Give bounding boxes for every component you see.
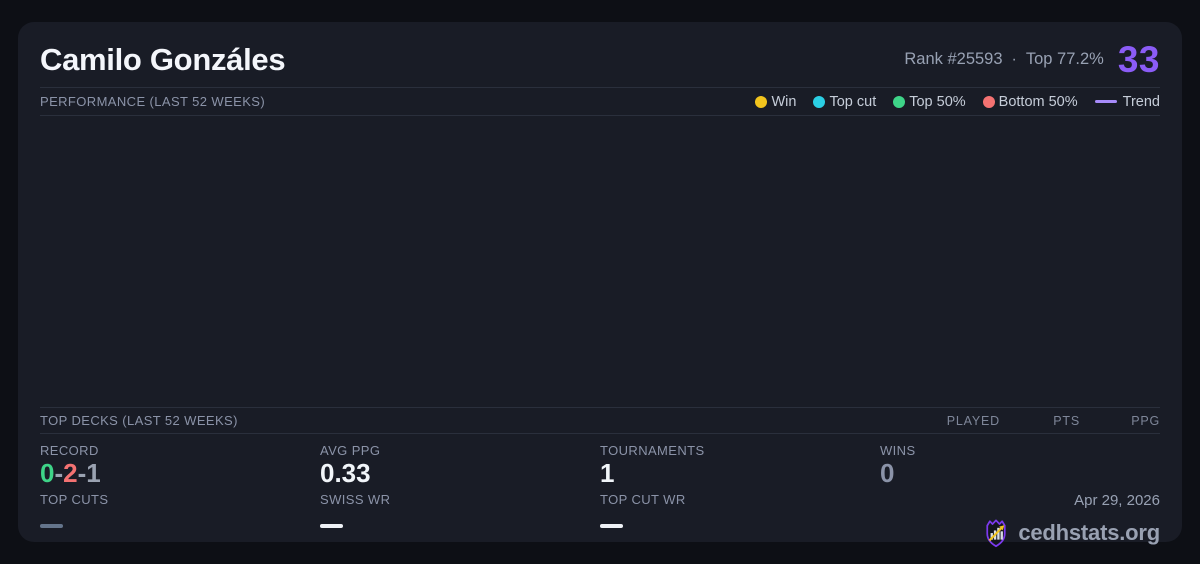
avg-ppg-label: AVG PPG xyxy=(320,443,381,458)
win-dot-icon xyxy=(755,95,768,108)
legend-item-trend[interactable]: Trend xyxy=(1094,93,1160,110)
legend-label: Win xyxy=(771,93,797,110)
wins-value: 0 xyxy=(880,458,895,489)
legend-item-win[interactable]: Win xyxy=(755,94,796,110)
legend-item-bottom-50[interactable]: Bottom 50% xyxy=(982,93,1078,110)
record-separator: - xyxy=(54,458,64,489)
column-header-played: PLAYED xyxy=(946,413,1000,428)
footer-block: Apr 29, 2026 cedhstats.org xyxy=(880,492,1160,549)
legend-item-top-cut[interactable]: Top cut xyxy=(813,94,876,110)
top-decks-section-label: TOP DECKS (LAST 52 WEEKS) xyxy=(40,413,238,428)
legend-label: Top cut xyxy=(829,93,877,110)
stat-cell-tournaments: TOURNAMENTS 1 TOP CUT WR xyxy=(600,443,880,549)
column-header-pts: PTS xyxy=(1053,413,1080,428)
record-losses: 2 xyxy=(63,458,78,489)
legend-label: Bottom 50% xyxy=(998,93,1078,110)
chart-legend: Win Top cut Top 50% Bottom 50% Trend xyxy=(755,94,1160,110)
stats-grid: RECORD 0-2-1 TOP CUTS AVG PPG 0.33 SWISS… xyxy=(40,434,1160,547)
site-name: cedhstats.org xyxy=(1018,520,1160,546)
stat-cell-avg-ppg: AVG PPG 0.33 SWISS WR xyxy=(320,443,600,549)
record-value: 0-2-1 xyxy=(40,458,320,489)
top-cuts-empty-dash xyxy=(40,524,63,529)
top-cut-wr-label: TOP CUT WR xyxy=(600,492,686,508)
rank-text: Rank #25593 · Top 77.2% xyxy=(904,50,1103,69)
performance-chart-area xyxy=(40,116,1160,407)
stat-cell-wins: WINS 0 Apr 29, 2026 cedhstats.org xyxy=(880,443,1160,549)
swiss-wr-empty-dash xyxy=(320,524,343,529)
top-percent-label: Top 77.2% xyxy=(1025,50,1104,68)
top-decks-section-header: TOP DECKS (LAST 52 WEEKS) PLAYED PTS PPG xyxy=(40,407,1160,434)
column-header-ppg: PPG xyxy=(1131,413,1160,428)
player-name: Camilo Gonzáles xyxy=(40,41,286,77)
top-cut-wr-empty-dash xyxy=(600,524,623,529)
player-score: 33 xyxy=(1117,39,1160,80)
bottom-50-dot-icon xyxy=(982,95,995,108)
player-stats-card: Camilo Gonzáles Rank #25593 · Top 77.2% … xyxy=(18,22,1182,547)
performance-section-label: PERFORMANCE (LAST 52 WEEKS) xyxy=(40,94,266,109)
stage: Camilo Gonzáles Rank #25593 · Top 77.2% … xyxy=(0,0,1200,564)
trend-line-icon xyxy=(1094,100,1117,103)
stat-cell-record: RECORD 0-2-1 TOP CUTS xyxy=(40,443,320,549)
record-wins: 0 xyxy=(40,458,55,489)
legend-label: Trend xyxy=(1122,93,1160,110)
tournaments-value: 1 xyxy=(600,458,615,489)
record-draws: 1 xyxy=(86,458,101,489)
wins-label: WINS xyxy=(880,443,916,458)
top-50-dot-icon xyxy=(893,95,906,108)
card-header: Camilo Gonzáles Rank #25593 · Top 77.2% … xyxy=(40,22,1160,87)
rank-label: Rank #25593 xyxy=(904,50,1003,68)
avg-ppg-value: 0.33 xyxy=(320,458,371,489)
site-branding[interactable]: cedhstats.org xyxy=(982,518,1160,549)
rank-block: Rank #25593 · Top 77.2% 33 xyxy=(904,41,1160,78)
record-separator: - xyxy=(77,458,87,489)
legend-label: Top 50% xyxy=(909,93,966,110)
top-cut-dot-icon xyxy=(813,95,826,108)
separator-dot: · xyxy=(1011,50,1017,68)
cedhstats-shield-logo-icon xyxy=(986,519,1006,547)
tournaments-label: TOURNAMENTS xyxy=(600,443,705,458)
record-label: RECORD xyxy=(40,443,99,458)
footer-date: Apr 29, 2026 xyxy=(1074,492,1160,510)
performance-section-header: PERFORMANCE (LAST 52 WEEKS) Win Top cut … xyxy=(40,87,1160,116)
top-cuts-label: TOP CUTS xyxy=(40,492,109,508)
top-decks-column-headers: PLAYED PTS PPG xyxy=(900,414,1160,428)
legend-item-top-50[interactable]: Top 50% xyxy=(893,93,966,110)
swiss-wr-label: SWISS WR xyxy=(320,492,391,508)
